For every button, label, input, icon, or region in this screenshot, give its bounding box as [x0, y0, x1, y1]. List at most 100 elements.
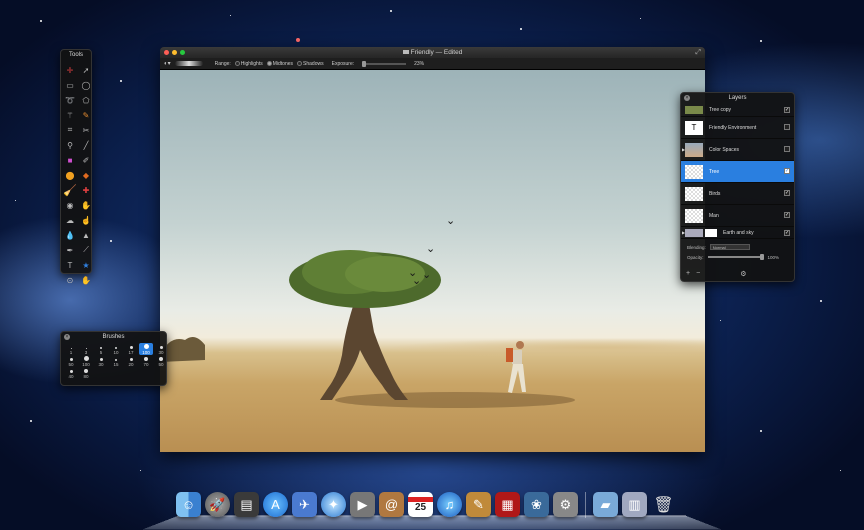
- trash-icon[interactable]: 🗑: [651, 492, 676, 517]
- highlights-option[interactable]: Highlights: [234, 60, 263, 67]
- brush-preset[interactable]: 1: [64, 343, 78, 355]
- smudge-icon[interactable]: ☝: [79, 213, 93, 227]
- opacity-slider[interactable]: [707, 254, 764, 260]
- address-book-icon[interactable]: @: [379, 492, 404, 517]
- brush-preset[interactable]: 40: [64, 367, 78, 379]
- launchpad-icon[interactable]: 🚀: [205, 492, 230, 517]
- burn-icon[interactable]: ✋: [79, 198, 93, 212]
- facetime-icon[interactable]: ▶: [350, 492, 375, 517]
- opacity-slider-thumb[interactable]: [759, 254, 764, 260]
- close-icon[interactable]: ×: [64, 334, 70, 340]
- layer-visibility-checkbox[interactable]: ✓: [784, 230, 790, 236]
- system-preferences-icon[interactable]: ⚙: [553, 492, 578, 517]
- exposure-slider[interactable]: [362, 60, 407, 67]
- window-titlebar[interactable]: Friendly — Edited ⤢: [160, 47, 705, 58]
- midtones-radio[interactable]: [266, 60, 272, 66]
- brush-preset[interactable]: 70: [139, 355, 153, 367]
- layers-panel-title[interactable]: × Layers: [681, 93, 794, 103]
- layer-row[interactable]: Birds ✓: [681, 183, 794, 205]
- brush-preset[interactable]: 30: [94, 355, 108, 367]
- brush-preset-selected[interactable]: 100: [139, 343, 153, 355]
- brush-preset[interactable]: 30: [154, 343, 168, 355]
- exposure-slider-thumb[interactable]: [362, 60, 367, 67]
- gradient-icon[interactable]: ⬤: [63, 168, 77, 182]
- brush-preview[interactable]: [174, 61, 203, 66]
- brush-preset[interactable]: 5: [94, 343, 108, 355]
- documents-stack-icon[interactable]: ▥: [622, 492, 647, 517]
- fullscreen-icon[interactable]: ⤢: [695, 49, 701, 57]
- layer-row[interactable]: Man ✓: [681, 205, 794, 227]
- brush-icon[interactable]: ✐: [79, 153, 93, 167]
- eyedropper-icon[interactable]: ⚲: [63, 138, 77, 152]
- add-layer-icon[interactable]: +: [686, 270, 690, 278]
- pen-icon[interactable]: ✒: [63, 243, 77, 257]
- move-icon[interactable]: ✛: [63, 63, 77, 77]
- layer-row-selected[interactable]: Tree ✓: [681, 161, 794, 183]
- clone-stamp-icon[interactable]: 🧹: [63, 183, 77, 197]
- layer-visibility-checkbox[interactable]: ✓: [784, 168, 790, 174]
- ellipse-marquee-icon[interactable]: ◯: [79, 78, 93, 92]
- close-icon[interactable]: ×: [684, 95, 690, 101]
- slice-icon[interactable]: ✂: [79, 123, 93, 137]
- brush-picker-icon[interactable]: ◐▾: [164, 60, 171, 67]
- selection-arrow-icon[interactable]: ➚: [79, 63, 93, 77]
- zoom-button[interactable]: [180, 50, 185, 55]
- image-canvas[interactable]: ⌄ ⌄ ⌄ ⌄ ⌄: [160, 70, 705, 452]
- brush-preset[interactable]: 15: [109, 355, 123, 367]
- hand-icon[interactable]: ✋: [79, 273, 93, 287]
- layer-actions-gear-icon[interactable]: ⚙: [740, 270, 746, 278]
- tools-panel-title[interactable]: Tools: [61, 50, 91, 60]
- text-icon[interactable]: T: [63, 258, 77, 272]
- healing-icon[interactable]: ✚: [79, 183, 93, 197]
- line-icon[interactable]: ⟋: [79, 243, 93, 257]
- layer-visibility-checkbox[interactable]: [784, 124, 790, 130]
- photo-browser-icon[interactable]: ▤: [234, 492, 259, 517]
- disclosure-triangle-icon[interactable]: ▶: [682, 147, 685, 152]
- layer-visibility-checkbox[interactable]: ✓: [784, 212, 790, 218]
- layer-row[interactable]: Tree copy ✓: [681, 103, 794, 117]
- shadows-radio[interactable]: [297, 60, 303, 66]
- highlights-radio[interactable]: [234, 60, 240, 66]
- magic-wand-icon[interactable]: ⚚: [63, 108, 77, 122]
- safari-icon[interactable]: ✦: [321, 492, 346, 517]
- remove-layer-icon[interactable]: −: [696, 270, 700, 278]
- layer-visibility-checkbox[interactable]: [784, 146, 790, 152]
- rect-marquee-icon[interactable]: ▭: [63, 78, 77, 92]
- zoom-icon[interactable]: ⊙: [63, 273, 77, 287]
- sharpen-icon[interactable]: ▲: [79, 228, 93, 242]
- blending-select[interactable]: Normal: [709, 244, 750, 250]
- crop-icon[interactable]: ⌗: [63, 123, 77, 137]
- iphoto-icon[interactable]: ❀: [524, 492, 549, 517]
- ruler-icon[interactable]: ╱: [79, 138, 93, 152]
- quick-select-icon[interactable]: ✎: [79, 108, 93, 122]
- brush-preset[interactable]: 100: [79, 355, 93, 367]
- polygon-lasso-icon[interactable]: ⬠: [79, 93, 93, 107]
- brush-preset[interactable]: 10: [109, 343, 123, 355]
- brush-preset[interactable]: 50: [154, 355, 168, 367]
- shape-icon[interactable]: ★: [79, 258, 93, 272]
- layer-row[interactable]: ▶ Color Spaces: [681, 139, 794, 161]
- sponge-icon[interactable]: ☁: [63, 213, 77, 227]
- brush-preset[interactable]: 80: [79, 367, 93, 379]
- itunes-icon[interactable]: ♫: [437, 492, 462, 517]
- close-button[interactable]: [164, 50, 169, 55]
- calendar-icon[interactable]: 25: [408, 492, 433, 517]
- layer-row[interactable]: ▶ Earth and sky ✓: [681, 227, 794, 239]
- brush-preset[interactable]: 17: [124, 343, 138, 355]
- photo-booth-icon[interactable]: ▦: [495, 492, 520, 517]
- layer-row[interactable]: T Friendly Environment: [681, 117, 794, 139]
- applications-folder-icon[interactable]: ▰: [593, 492, 618, 517]
- dodge-icon[interactable]: ◉: [63, 198, 77, 212]
- blur-icon[interactable]: 💧: [63, 228, 77, 242]
- finder-icon[interactable]: ☺: [176, 492, 201, 517]
- brush-preset[interactable]: 3: [79, 343, 93, 355]
- preview-icon[interactable]: ✈: [292, 492, 317, 517]
- midtones-option[interactable]: Midtones: [266, 60, 293, 67]
- brush-preset[interactable]: 50: [64, 355, 78, 367]
- minimize-button[interactable]: [172, 50, 177, 55]
- layer-visibility-checkbox[interactable]: ✓: [784, 107, 790, 113]
- eraser-icon[interactable]: ■: [63, 153, 77, 167]
- paint-bucket-icon[interactable]: ◆: [79, 168, 93, 182]
- brushes-panel-title[interactable]: × Brushes: [61, 332, 166, 342]
- brush-preset[interactable]: 20: [124, 355, 138, 367]
